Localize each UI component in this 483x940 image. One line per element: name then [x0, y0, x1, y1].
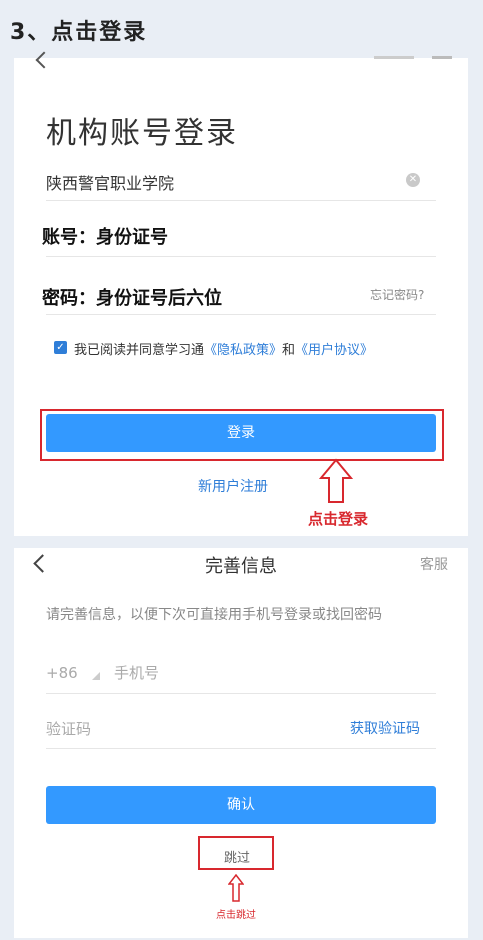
- arrow-up-icon: [319, 458, 353, 503]
- divider: [46, 748, 436, 749]
- dropdown-triangle-icon: [92, 672, 100, 680]
- country-code-select[interactable]: +86: [46, 664, 78, 682]
- page-title: 机构账号登录: [46, 116, 238, 151]
- skip-annotation: 点击跳过: [216, 910, 256, 921]
- customer-service-link[interactable]: 客服: [420, 554, 448, 574]
- skip-button[interactable]: 跳过: [224, 847, 250, 866]
- confirm-button[interactable]: 确认: [46, 786, 436, 824]
- login-screen: 机构账号登录 陕西警官职业学院 ✕ 账号：身份证号 密码：身份证号后六位 忘记密…: [14, 51, 468, 536]
- user-agreement-link[interactable]: 《用户协议》: [295, 343, 373, 358]
- back-chevron-icon[interactable]: [35, 51, 53, 69]
- verification-code-input[interactable]: 验证码: [46, 718, 91, 739]
- privacy-policy-link[interactable]: 《隐私政策》: [204, 343, 282, 358]
- hint-text: 请完善信息，以便下次可直接用手机号登录或找回密码: [46, 607, 382, 623]
- page-title: 完善信息: [205, 556, 277, 577]
- agreement-prefix: 我已阅读并同意学习通: [74, 343, 205, 358]
- login-button[interactable]: 登录: [46, 414, 436, 452]
- divider: [46, 256, 436, 257]
- get-code-button[interactable]: 获取验证码: [350, 718, 420, 738]
- register-link[interactable]: 新用户注册: [198, 476, 268, 496]
- divider: [46, 693, 436, 694]
- agreement-checkbox[interactable]: ✓: [54, 341, 67, 354]
- forgot-password-link[interactable]: 忘记密码?: [370, 286, 424, 303]
- divider: [46, 314, 436, 315]
- account-field[interactable]: 账号：身份证号: [42, 223, 168, 249]
- arrow-up-icon: [228, 874, 244, 902]
- agreement-text: 我已阅读并同意学习通《隐私政策》和《用户协议》: [74, 339, 373, 358]
- login-annotation: 点击登录: [308, 510, 369, 528]
- top-right-cut-icons: [374, 56, 454, 64]
- clear-icon[interactable]: ✕: [406, 173, 420, 187]
- complete-info-screen: 完善信息 客服 请完善信息，以便下次可直接用手机号登录或找回密码 +86 手机号…: [14, 548, 468, 938]
- school-name-field[interactable]: 陕西警官职业学院: [46, 170, 174, 194]
- phone-input[interactable]: 手机号: [114, 662, 159, 683]
- divider: [46, 200, 436, 201]
- agreement-and: 和: [282, 343, 296, 358]
- step-title: 3、点击登录: [10, 20, 148, 45]
- password-field[interactable]: 密码：身份证号后六位: [42, 284, 222, 310]
